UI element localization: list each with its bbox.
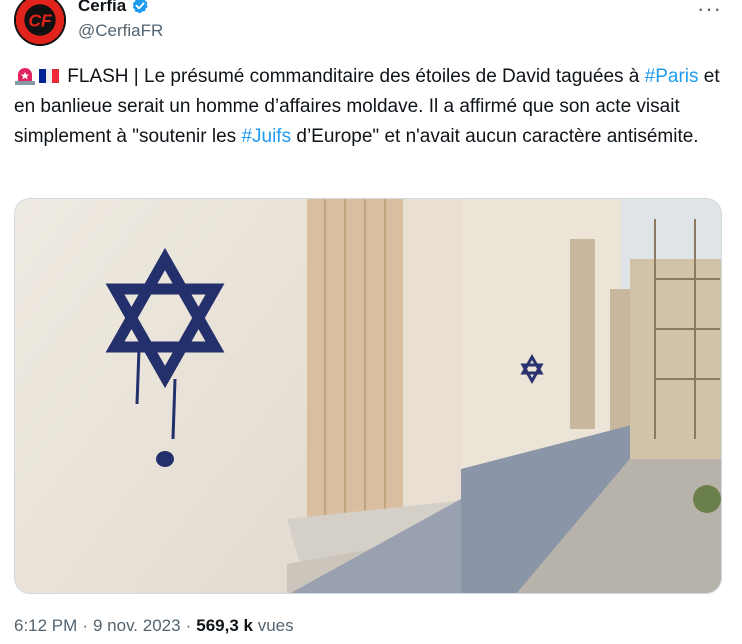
tweet-text-part: FLASH | Le présumé commanditaire des éto… bbox=[67, 66, 645, 87]
separator-dot: · bbox=[185, 616, 192, 635]
views-label: vues bbox=[257, 616, 294, 635]
tweet-meta: 6:12 PM · 9 nov. 2023 · 569,3 k vues bbox=[14, 616, 294, 636]
tweet-text: FLASH | Le présumé commanditaire des éto… bbox=[14, 62, 726, 152]
views-count: 569,3 k bbox=[196, 616, 253, 635]
france-flag-emoji bbox=[39, 69, 59, 83]
display-name[interactable]: Cerfia bbox=[78, 0, 126, 16]
tweet-photo[interactable] bbox=[14, 198, 722, 594]
avatar[interactable]: CF bbox=[14, 0, 66, 46]
hashtag-paris-link[interactable]: #Paris bbox=[645, 66, 699, 87]
rotating-light-emoji bbox=[15, 68, 35, 85]
svg-text:CF: CF bbox=[28, 10, 53, 30]
more-options-button[interactable]: ··· bbox=[697, 0, 722, 22]
cerfia-logo-icon: CF bbox=[16, 0, 64, 44]
name-row: Cerfia bbox=[78, 0, 150, 16]
hashtag-juifs-link[interactable]: #Juifs bbox=[241, 126, 291, 147]
user-handle[interactable]: @CerfiaFR bbox=[78, 21, 163, 41]
tweet-header: CF Cerfia @CerfiaFR ··· bbox=[0, 0, 742, 52]
wall-graffiti-photo bbox=[15, 199, 721, 593]
tweet-date-link[interactable]: 9 nov. 2023 bbox=[93, 616, 181, 635]
verified-badge-icon bbox=[132, 0, 148, 14]
tweet-time-link[interactable]: 6:12 PM bbox=[14, 616, 77, 635]
separator-dot: · bbox=[82, 616, 88, 635]
tweet-text-part: d’Europe" et n'avait aucun caractère ant… bbox=[291, 126, 699, 147]
